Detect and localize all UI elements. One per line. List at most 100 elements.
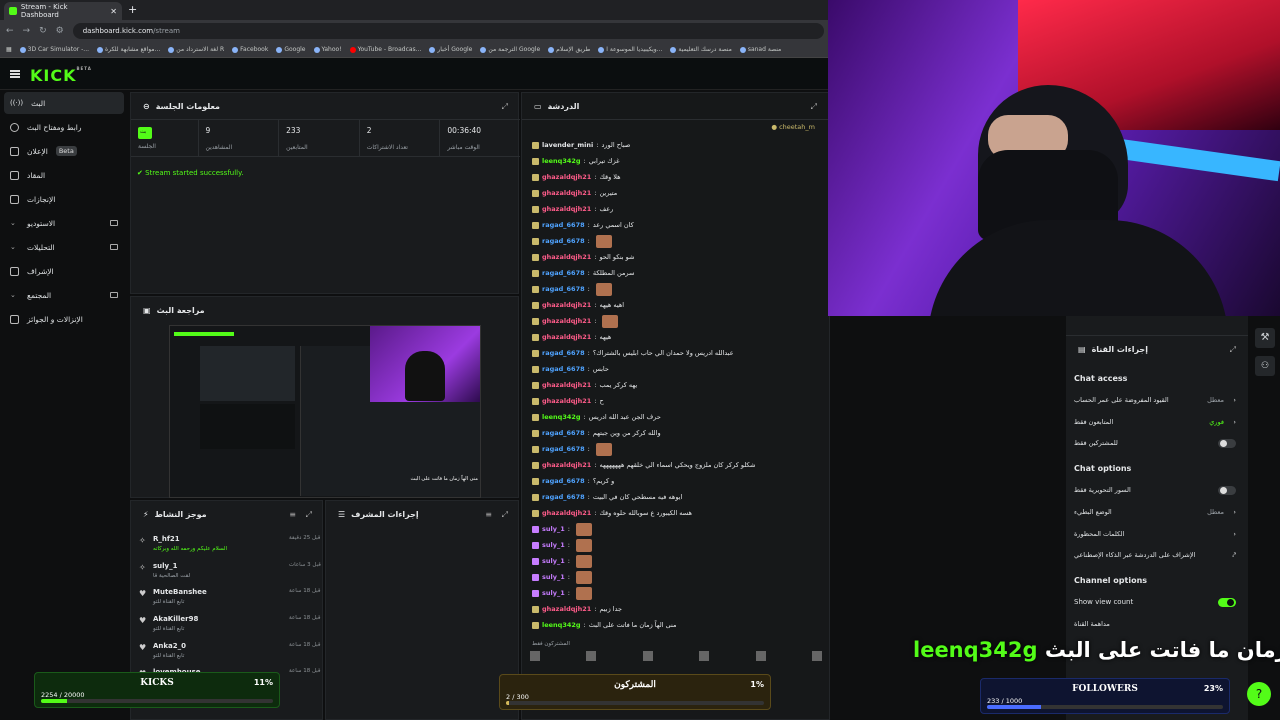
help-icon[interactable]: ? (1247, 682, 1271, 706)
badge-icon (532, 445, 539, 453)
bookmark[interactable]: Google (276, 46, 306, 53)
new-tab-icon[interactable]: + (128, 3, 137, 16)
chat-username[interactable]: ragad_6678 (542, 221, 585, 229)
chat-username[interactable]: leenq342g (542, 413, 581, 421)
close-tab-icon[interactable]: ✕ (110, 7, 117, 16)
account-age-setting[interactable]: القيود المفروضة على عمر الحساب معطل › (1074, 396, 1236, 404)
chat-username[interactable]: ghazaldqjh21 (542, 253, 591, 261)
chat-username[interactable]: lavender_mini (542, 141, 593, 149)
chat-username[interactable]: ragad_6678 (542, 269, 585, 277)
chat-username[interactable]: ghazaldqjh21 (542, 605, 591, 613)
banned-words-setting[interactable]: الكلمات المحظورة › (1074, 530, 1236, 538)
url-input[interactable]: dashboard.kick.com/stream (72, 23, 824, 39)
emote-only-setting: السور التحويرية فقط (1074, 486, 1131, 494)
activity-item: ♥ MuteBanshee تابع القناة للتو قبل 18 ساعة (139, 588, 321, 605)
chat-username[interactable]: ghazaldqjh21 (542, 301, 591, 309)
chat-username[interactable]: ghazaldqjh21 (542, 397, 591, 405)
emote-only-toggle[interactable] (1218, 486, 1236, 495)
filter-icon[interactable]: ≡ (485, 510, 492, 519)
sidebar-item-stream[interactable]: ((·)) البث (4, 92, 124, 114)
chat-username[interactable]: ghazaldqjh21 (542, 189, 591, 197)
chat-username[interactable]: suly_1 (542, 573, 565, 581)
bookmark[interactable]: طريق الإسلام (548, 46, 590, 53)
bookmark[interactable]: ويكيبيديا الموسوعة ا... (598, 46, 662, 53)
browser-tab[interactable]: Stream - Kick Dashboard ✕ (4, 2, 122, 20)
chat-username[interactable]: ghazaldqjh21 (542, 381, 591, 389)
sidebar-item-community[interactable]: ⌄ المجتمع (4, 284, 124, 306)
chat-username[interactable]: suly_1 (542, 557, 565, 565)
bookmark[interactable]: أخبار Google (429, 46, 472, 53)
stream-status: ✔ Stream started successfully. (137, 169, 244, 177)
reload-icon[interactable]: ↻ (39, 26, 47, 36)
chat-username[interactable]: ragad_6678 (542, 477, 585, 485)
sidebar-item-ads[interactable]: الإعلان Beta (4, 140, 124, 162)
chat-username[interactable]: ghazaldqjh21 (542, 205, 591, 213)
chat-username[interactable]: suly_1 (542, 541, 565, 549)
kick-logo[interactable]: KICKBETA (30, 66, 92, 85)
popout-icon[interactable]: ⤢ (502, 102, 508, 112)
bookmark[interactable]: Facebook (232, 46, 268, 53)
forward-icon[interactable]: → (23, 26, 31, 36)
chat-username[interactable]: ragad_6678 (542, 429, 585, 437)
chat-username[interactable]: suly_1 (542, 589, 565, 597)
pinned-user[interactable]: ● cheetah_m (771, 123, 815, 131)
chat-username[interactable]: leenq342g (542, 157, 581, 165)
chat-username[interactable]: ragad_6678 (542, 445, 585, 453)
sidebar-item-achievements[interactable]: الإنجازات (4, 188, 124, 210)
chat-username[interactable]: ragad_6678 (542, 365, 585, 373)
chat-username[interactable]: ghazaldqjh21 (542, 509, 591, 517)
popout-icon[interactable]: ⤢ (811, 102, 817, 112)
bookmark[interactable]: منصة درسك التعليمية (670, 46, 732, 53)
popout-icon[interactable]: ⤢ (306, 510, 312, 520)
menu-icon[interactable] (10, 70, 20, 78)
check-icon: ✔ (137, 169, 143, 177)
popout-icon[interactable]: ⤢ (502, 510, 508, 520)
bookmark[interactable]: YouTube - Broadcas... (349, 46, 421, 53)
chat-username[interactable]: ragad_6678 (542, 285, 585, 293)
stream-preview-video[interactable]: منى الهاً زمان ما فاتت على البث (169, 325, 481, 498)
subscribers-only-toggle[interactable] (1218, 439, 1236, 448)
bookmark[interactable]: sanad منصة (739, 46, 781, 53)
sidebar-item-drops[interactable]: الإنزالات و الجوائز (4, 308, 124, 330)
chat-username[interactable]: suly_1 (542, 525, 565, 533)
sidebar-item-payout[interactable]: المقاد (4, 164, 124, 186)
chat-username[interactable]: ragad_6678 (542, 349, 585, 357)
hammer-icon[interactable]: ⚒ (1255, 328, 1275, 348)
chat-username[interactable]: ghazaldqjh21 (542, 333, 591, 341)
subscribers-goal: المشتركون 1% 2 / 300 (499, 674, 771, 710)
sidebar-item-moderation[interactable]: الإشراف (4, 260, 124, 282)
chat-username[interactable]: ragad_6678 (542, 237, 585, 245)
bookmark[interactable]: لغة الاسترداد من R (168, 46, 224, 53)
raid-channel-setting[interactable]: مداهمة القناة (1074, 620, 1236, 628)
chat-message: leenq342g: غزك تيرابي (532, 153, 822, 169)
sidebar-item-analytics[interactable]: ⌄ التحليلات (4, 236, 124, 258)
mod-actions-panel: ☰ إجراءات المشرف ≡ ⤢ (325, 500, 519, 720)
broadcast-icon: ((·)) (10, 99, 24, 107)
back-icon[interactable]: ← (6, 26, 14, 36)
badge-icon (532, 333, 539, 341)
chat-username[interactable]: ragad_6678 (542, 493, 585, 501)
popout-icon[interactable]: ⤢ (1230, 345, 1236, 355)
show-view-count-toggle[interactable] (1218, 598, 1236, 607)
bookmark[interactable]: Yahoo! (313, 46, 342, 53)
chat-username[interactable]: ghazaldqjh21 (542, 317, 591, 325)
bookmark[interactable]: الترجمة من Google (480, 46, 540, 53)
users-icon[interactable]: ⚇ (1255, 356, 1275, 376)
chat-text: كان اسمي رعد (592, 221, 634, 229)
chat-username[interactable]: leenq342g (542, 621, 581, 629)
sidebar-item-studio[interactable]: ⌄ الاستوديو (4, 212, 124, 234)
ai-moderation-setting[interactable]: الإشراف على الدردشة عبر الذكاء الإصطناعي… (1074, 551, 1236, 559)
followers-only-setting[interactable]: المتابعون فقط فوري › (1074, 418, 1236, 426)
filter-icon[interactable]: ≡ (289, 510, 296, 519)
bookmark[interactable]: 3D Car Simulator -... (19, 46, 89, 53)
badge-icon (532, 205, 539, 213)
apps-icon[interactable]: ▦ (6, 46, 12, 53)
chat-message: ghazaldqjh21: ح (532, 393, 822, 409)
sidebar-item-stream-key[interactable]: رابط ومفتاح البث (4, 116, 124, 138)
slow-mode-setting[interactable]: الوضع البطيء معطل › (1074, 508, 1236, 516)
bookmark[interactable]: مواقع مشابهة للكرة... (97, 46, 160, 53)
badge-icon (532, 589, 539, 597)
chat-username[interactable]: ghazaldqjh21 (542, 173, 591, 181)
chat-username[interactable]: ghazaldqjh21 (542, 461, 591, 469)
site-info-icon[interactable]: ⚙ (56, 26, 64, 36)
